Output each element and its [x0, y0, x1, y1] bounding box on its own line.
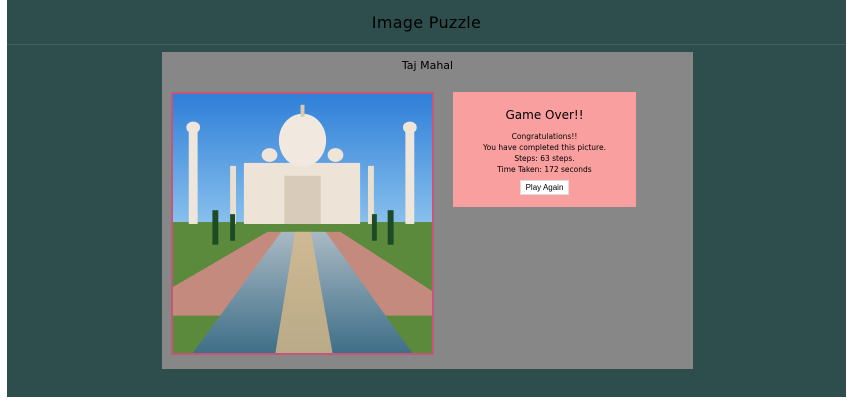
completion-message: You have completed this picture. [483, 143, 606, 152]
time-taken: Time Taken: 172 seconds [497, 165, 592, 174]
app-frame: Image Puzzle Taj Mahal Game Over!! Congr… [7, 0, 846, 397]
puzzle-panel: Taj Mahal Game Over!! Congratulations!! … [162, 52, 693, 369]
puzzle-image [171, 92, 434, 355]
taj-mahal-image [173, 94, 432, 353]
app-title: Image Puzzle [371, 12, 482, 32]
game-over-title: Game Over!! [505, 108, 584, 122]
game-over-dialog: Game Over!! Congratulations!! You have c… [453, 92, 636, 207]
play-again-button[interactable]: Play Again [519, 180, 570, 195]
puzzle-title: Taj Mahal [401, 59, 454, 72]
app-header: Image Puzzle [7, 0, 846, 45]
steps-count: Steps: 63 steps. [514, 154, 575, 163]
congrats-text: Congratulations!! [511, 132, 578, 141]
